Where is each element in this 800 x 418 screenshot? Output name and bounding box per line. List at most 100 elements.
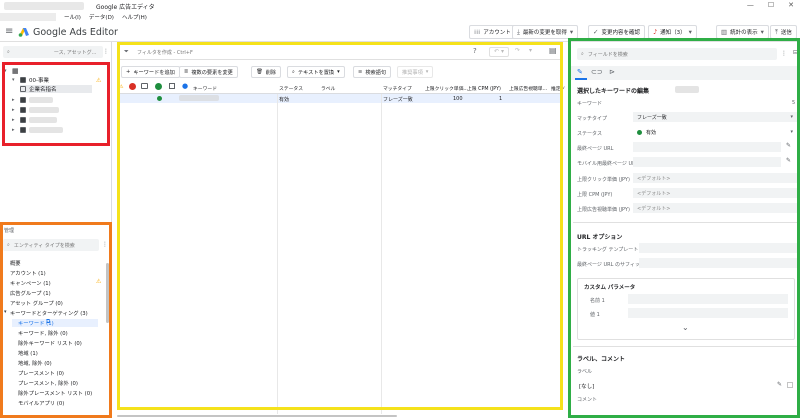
- mgmt-negative-placement-lists[interactable]: 除外プレースメント リスト (0): [18, 389, 92, 397]
- blurred-name: [675, 86, 699, 93]
- get-changes-button[interactable]: ⤓ 最新の変更を取得 ▾: [512, 25, 579, 39]
- columns-icon[interactable]: ▤: [549, 46, 557, 55]
- label-checkbox[interactable]: [787, 382, 793, 388]
- mgmt-locations[interactable]: 地域 (1): [18, 349, 38, 357]
- help-icon[interactable]: ?: [473, 47, 477, 55]
- param-name-input[interactable]: [628, 294, 788, 304]
- more-icon[interactable]: ⋮: [102, 241, 108, 248]
- col-keyword[interactable]: キーワード: [193, 85, 217, 92]
- open-in-new-icon[interactable]: ⧉: [46, 318, 50, 326]
- col-max-cpm[interactable]: 上限 CPM (JPY): [467, 85, 501, 92]
- link-tab-icon[interactable]: ⊂⊃: [591, 68, 603, 76]
- mgmt-adgroup[interactable]: 広告グループ (1): [10, 289, 51, 297]
- tracking-template-input[interactable]: [639, 243, 797, 253]
- pencil-icon[interactable]: ✎: [786, 157, 791, 164]
- campaign-icon: [20, 127, 26, 133]
- filter-input[interactable]: フィルタを作成 - Ctrl+F: [137, 49, 193, 56]
- max-cpv-input[interactable]: <デフォルト>: [633, 203, 797, 213]
- divider: [573, 222, 797, 223]
- tree-campaign-4[interactable]: ▸: [12, 117, 57, 123]
- edit-multiple-button[interactable]: ≣ 複数の要素を変更: [179, 66, 238, 78]
- collapse-panel-icon[interactable]: ⊟: [793, 49, 798, 56]
- mgmt-keywords[interactable]: キーワード (1): [12, 319, 98, 327]
- tree-adgroup[interactable]: 企業名指名: [20, 85, 92, 93]
- check-changes-button[interactable]: ✓ 変更内容を確認: [588, 25, 645, 39]
- more-icon[interactable]: ⋮: [103, 48, 109, 55]
- tree-search-input[interactable]: ⌕ ース, アセットグ...: [3, 46, 103, 58]
- menu-help[interactable]: ヘルプ(H): [122, 13, 147, 21]
- mgmt-asset-group[interactable]: アセット グループ (0): [10, 299, 63, 307]
- col-label[interactable]: ラベル: [321, 85, 335, 92]
- label-value: [なし]: [579, 384, 595, 390]
- mgmt-campaign[interactable]: キャンペーン (1): [10, 279, 51, 287]
- tree-campaign-5[interactable]: ▸: [12, 127, 63, 133]
- close-button[interactable]: ✕: [788, 1, 794, 9]
- redo-icon[interactable]: ↷: [515, 47, 520, 54]
- delete-button[interactable]: 🗑 削除: [251, 66, 281, 78]
- col-recommended[interactable]: 推定ノ: [551, 85, 565, 92]
- menu-tools[interactable]: ール(I): [64, 13, 81, 21]
- stats-button[interactable]: ▥ 統計の表示 ▾: [716, 25, 769, 39]
- divider: [573, 346, 797, 347]
- col-match-type[interactable]: マッチタイプ: [383, 85, 412, 92]
- mgmt-negative-placements[interactable]: プレースメント, 除外 (0): [18, 379, 78, 387]
- recommendations-button[interactable]: 推奨事項 ▾: [397, 66, 434, 78]
- tree-campaign[interactable]: ▾ 00-事業 ⚠: [12, 76, 101, 85]
- replace-text-button[interactable]: ⌕ テキストを置換 ▾: [287, 66, 345, 78]
- bar-chart-icon: ▥: [721, 28, 728, 36]
- blurred-name: [29, 127, 63, 133]
- mgmt-overview[interactable]: 概要: [10, 259, 21, 267]
- url-suffix-input[interactable]: [639, 258, 797, 268]
- pencil-icon[interactable]: ✎: [786, 142, 791, 149]
- scrollbar[interactable]: [106, 263, 109, 323]
- mgmt-account[interactable]: アカウント (1): [10, 269, 46, 277]
- status-select[interactable]: 有効 ▾: [633, 127, 797, 137]
- mgmt-negative-locations[interactable]: 地域, 除外 (0): [18, 359, 52, 367]
- expand-more-icon[interactable]: ⌄: [682, 323, 689, 332]
- add-keyword-button[interactable]: + キーワードを追加: [121, 66, 180, 78]
- label-label: ラベル: [577, 369, 593, 375]
- tree-campaign-2[interactable]: ▸: [12, 97, 53, 103]
- final-url-input[interactable]: [633, 142, 781, 152]
- match-type-select[interactable]: フレーズ一致 ▾: [633, 112, 797, 122]
- collapse-icon[interactable]: ▾: [4, 309, 7, 315]
- pencil-icon[interactable]: ✎: [777, 381, 782, 388]
- menu-icon[interactable]: ≡: [5, 26, 13, 37]
- post-button[interactable]: ⤒ 送信: [770, 25, 797, 39]
- col-max-cpv[interactable]: 上限広告視聴単...: [509, 85, 547, 92]
- mgmt-negative-keyword-lists[interactable]: 除外キーワード リスト (0): [18, 339, 82, 347]
- chevron-down-icon: ▾: [337, 69, 340, 75]
- mgmt-negative-keywords[interactable]: キーワード, 除外 (0): [18, 329, 68, 337]
- label-tab-icon[interactable]: ⊳: [609, 68, 615, 76]
- find-keywords-button[interactable]: ≡ 検索語句: [353, 66, 392, 78]
- minimize-button[interactable]: —: [747, 1, 754, 9]
- more-icon[interactable]: ⋮: [781, 50, 787, 57]
- max-cpc-input[interactable]: <デフォルト>: [633, 173, 797, 183]
- account-button[interactable]: ⁞⁞⁞ アカウント: [469, 25, 516, 39]
- notifications-button[interactable]: ♪ 通知（3） ▾: [648, 25, 697, 39]
- table-row[interactable]: 有効 フレーズ一致 100 1: [117, 94, 563, 103]
- cell-status: 有効: [279, 97, 290, 103]
- undo-button[interactable]: ↶ ▾: [489, 47, 509, 57]
- mgmt-keywords-targeting[interactable]: キーワードとターゲティング (3): [10, 309, 88, 317]
- param-value-input[interactable]: [628, 308, 788, 318]
- mgmt-placements[interactable]: プレースメント (0): [18, 369, 64, 377]
- redo-dropdown-icon[interactable]: ▾: [529, 47, 532, 54]
- col-max-cpc[interactable]: 上限クリック単価...: [425, 85, 468, 92]
- mgmt-mobile-apps[interactable]: モバイルアプリ (0): [18, 399, 64, 407]
- tree-root[interactable]: ▾ ▦: [4, 67, 22, 75]
- field-search-input[interactable]: ⌕ フィールドを検索: [577, 48, 777, 60]
- horizontal-scrollbar[interactable]: [117, 415, 397, 417]
- pencil-tab-icon[interactable]: ✎: [577, 68, 583, 76]
- tree-campaign-3[interactable]: ▸: [12, 107, 59, 113]
- mobile-url-input[interactable]: [633, 157, 781, 167]
- menu-data[interactable]: データ(D): [89, 13, 114, 21]
- check-icon: ✓: [593, 28, 599, 36]
- entity-search-input[interactable]: ⌕ エンティティ タイプを検索: [3, 239, 99, 251]
- checkbox-col-icon[interactable]: [169, 83, 175, 89]
- window-controls: — ☐ ✕: [747, 1, 794, 9]
- filter-bar: ⏷ フィルタを作成 - Ctrl+F ? ↶ ▾ ↷ ▾ ▤: [117, 44, 563, 60]
- col-status[interactable]: ステータス: [279, 85, 303, 92]
- max-cpm-input[interactable]: <デフォルト>: [633, 188, 797, 198]
- maximize-button[interactable]: ☐: [768, 1, 774, 9]
